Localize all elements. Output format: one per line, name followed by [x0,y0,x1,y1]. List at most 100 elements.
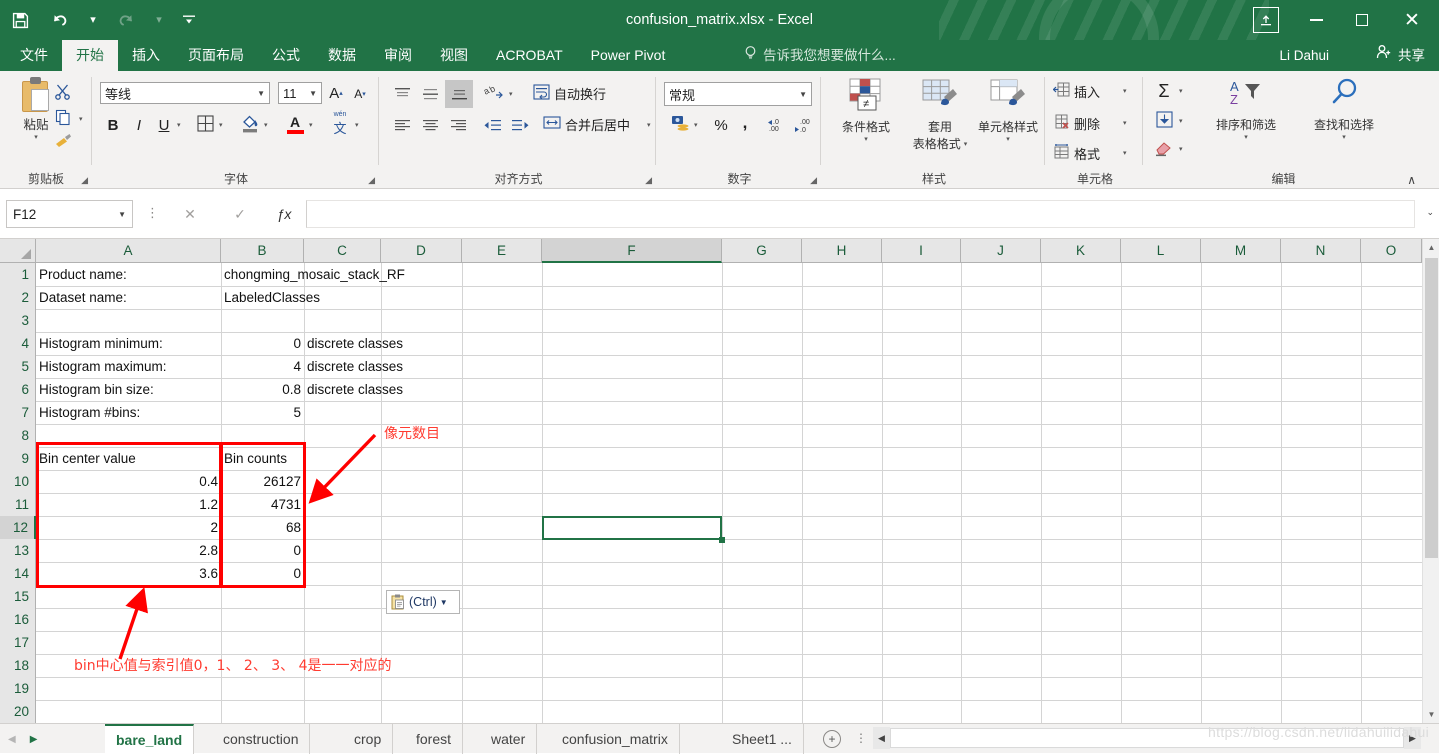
column-header-I[interactable]: I [882,239,961,263]
phonetic-guide-button[interactable]: wén 文 [327,111,353,137]
minimize-button[interactable] [1293,0,1339,40]
select-all-button[interactable] [0,239,36,263]
clear-button[interactable] [1151,137,1177,161]
number-format-combo[interactable]: 常规 ▼ [664,82,812,106]
confirm-entry-button[interactable]: ✓ [228,203,252,225]
borders-button[interactable] [193,113,217,137]
italic-button[interactable]: I [127,113,151,137]
format-cells-dropdown-icon[interactable]: ▾ [1123,149,1127,157]
row-header-3[interactable]: 3 [0,309,36,333]
font-name-dropdown-icon[interactable]: ▼ [257,89,265,98]
column-header-E[interactable]: E [462,239,542,263]
row-header-7[interactable]: 7 [0,401,36,425]
row-header-20[interactable]: 20 [0,700,36,723]
cut-button[interactable] [50,81,76,105]
column-header-C[interactable]: C [304,239,381,263]
maximize-button[interactable] [1339,0,1385,40]
row-header-10[interactable]: 10 [0,470,36,494]
accounting-dropdown-icon[interactable]: ▾ [694,121,698,129]
increase-decimal-button[interactable]: .0.00 [764,113,790,137]
formula-bar-grip[interactable]: ⋮ [146,205,159,221]
tell-me-box[interactable]: 告诉我您想要做什么... [744,40,896,71]
copy-dropdown-icon[interactable]: ▾ [79,115,83,123]
fill-dropdown-icon[interactable]: ▾ [1179,117,1183,125]
share-button[interactable]: 共享 [1368,40,1433,71]
cell-B5[interactable]: 4 [221,355,304,379]
align-middle-button[interactable] [417,82,443,106]
tab-insert[interactable]: 插入 [118,40,174,71]
align-left-button[interactable] [389,113,415,137]
font-name-combo[interactable]: 等线 ▼ [100,82,270,104]
autosum-dropdown-icon[interactable]: ▾ [1179,87,1183,95]
cell-styles-button[interactable]: 单元格样式 ▾ [975,77,1041,143]
font-size-dropdown-icon[interactable]: ▼ [309,89,317,98]
align-center-button[interactable] [417,113,443,137]
tab-view[interactable]: 视图 [426,40,482,71]
cell-B2[interactable]: LabeledClasses [221,286,323,310]
clipboard-dialog-launcher[interactable]: ◢ [81,175,88,186]
cell-B4[interactable]: 0 [221,332,304,356]
cell-B7[interactable]: 5 [221,401,304,425]
find-select-button[interactable]: 查找和选择 ▾ [1298,77,1390,141]
merge-center-button[interactable]: 合并后居中 [543,112,630,136]
column-header-O[interactable]: O [1361,239,1422,263]
number-format-dropdown-icon[interactable]: ▼ [799,90,807,99]
add-sheet-button[interactable]: + [823,730,841,748]
column-header-J[interactable]: J [961,239,1041,263]
format-as-table-button[interactable]: 套用 表格格式 ▾ [909,77,971,152]
column-header-M[interactable]: M [1201,239,1281,263]
column-header-L[interactable]: L [1121,239,1201,263]
vertical-scroll-thumb[interactable] [1425,258,1438,558]
insert-cells-dropdown-icon[interactable]: ▾ [1123,87,1127,95]
insert-cells-button[interactable]: 插入 [1052,79,1100,103]
cancel-entry-button[interactable]: ✕ [178,203,202,225]
fill-button[interactable] [1151,109,1177,133]
delete-cells-button[interactable]: 删除 [1053,111,1100,135]
tab-review[interactable]: 审阅 [370,40,426,71]
scroll-down-icon[interactable]: ▼ [1423,706,1439,723]
paste-dropdown-icon[interactable]: ▾ [34,133,38,141]
increase-indent-button[interactable] [507,113,533,137]
row-header-5[interactable]: 5 [0,355,36,379]
cell-styles-dropdown-icon[interactable]: ▾ [1006,135,1010,143]
tab-page-layout[interactable]: 页面布局 [174,40,258,71]
sheet-tab-crop[interactable]: crop [343,724,394,754]
sheet-tab-forest[interactable]: forest [405,724,464,754]
cell-A5[interactable]: Histogram maximum: [36,355,221,379]
cell-C4[interactable]: discrete classes [304,332,406,356]
fill-color-dropdown-icon[interactable]: ▾ [264,121,268,129]
sheet-nav-prev-icon[interactable]: ◀ [8,734,16,745]
percent-style-button[interactable]: % [710,113,732,137]
font-color-dropdown-icon[interactable]: ▾ [309,121,313,129]
row-header-14[interactable]: 14 [0,562,36,586]
underline-dropdown-icon[interactable]: ▾ [177,121,181,129]
tab-file[interactable]: 文件 [6,40,62,71]
sheet-tab-sheet1[interactable]: Sheet1 ... [721,724,804,754]
row-header-4[interactable]: 4 [0,332,36,356]
column-header-K[interactable]: K [1041,239,1121,263]
cell-A7[interactable]: Histogram #bins: [36,401,221,425]
row-header-6[interactable]: 6 [0,378,36,402]
scroll-up-icon[interactable]: ▲ [1423,239,1439,256]
orientation-button[interactable]: a b [481,82,507,106]
decrease-font-size-button[interactable]: A ▾ [349,83,371,105]
sort-filter-dropdown-icon[interactable]: ▾ [1244,133,1248,141]
autosum-button[interactable]: Σ [1151,79,1177,103]
collapse-ribbon-button[interactable]: ∧ [1407,173,1416,187]
tab-home[interactable]: 开始 [62,40,118,71]
row-header-8[interactable]: 8 [0,424,36,448]
name-box-dropdown-icon[interactable]: ▼ [118,210,126,219]
cell-C5[interactable]: discrete classes [304,355,406,379]
tab-power-pivot[interactable]: Power Pivot [577,40,680,71]
row-header-19[interactable]: 19 [0,677,36,701]
phonetic-dropdown-icon[interactable]: ▾ [355,121,359,129]
decrease-decimal-button[interactable]: .00.0 [790,113,816,137]
font-dialog-launcher[interactable]: ◢ [368,175,375,186]
tab-acrobat[interactable]: ACROBAT [482,40,577,71]
fill-color-button[interactable] [238,111,262,137]
bold-button[interactable]: B [101,113,125,137]
fill-handle[interactable] [719,537,725,543]
underline-button[interactable]: U [153,113,175,137]
row-header-11[interactable]: 11 [0,493,36,517]
format-as-table-dropdown-icon[interactable]: ▾ [964,140,968,148]
